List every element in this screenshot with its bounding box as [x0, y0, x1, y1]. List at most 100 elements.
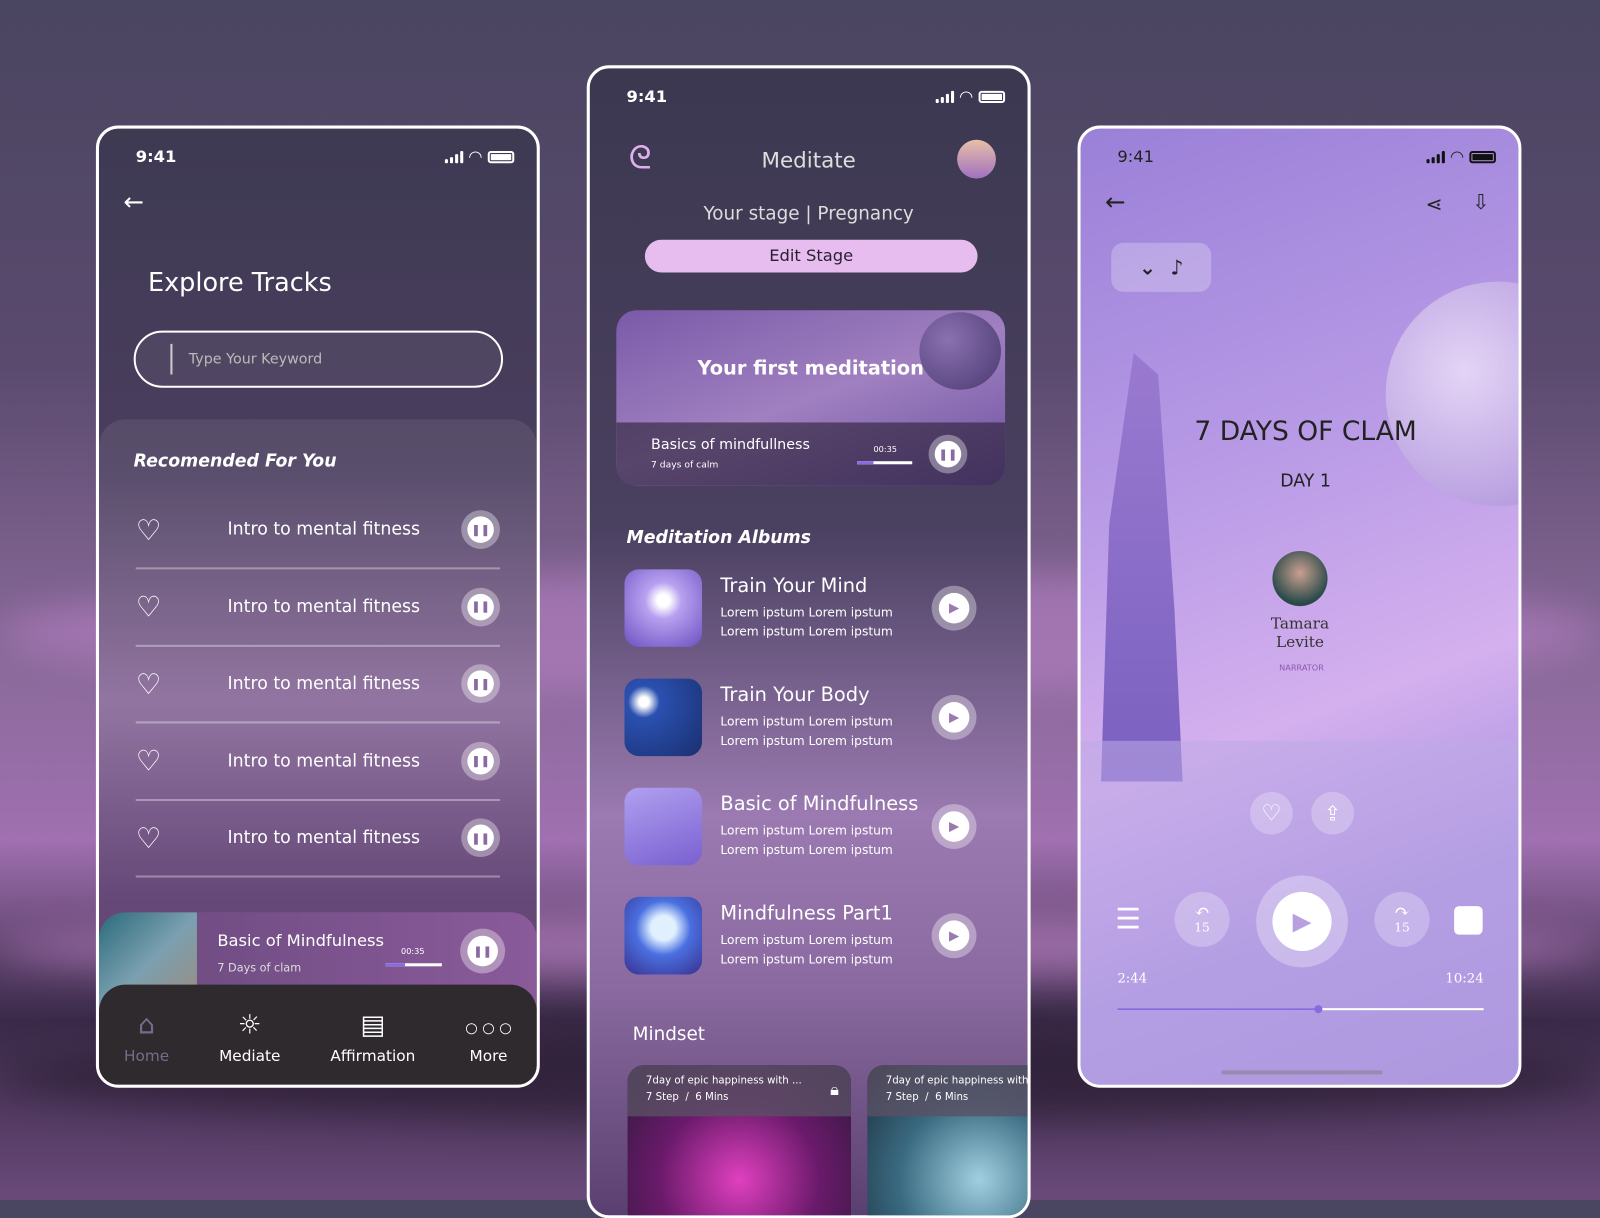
album-item[interactable]: Train Your Body Lorem ipstum Lorem ipstum…: [624, 678, 977, 758]
search-input[interactable]: Type Your Keyword: [133, 330, 504, 388]
mindset-card[interactable]: 7day of epic happiness with ... 7 Step / …: [627, 1065, 852, 1216]
track-row[interactable]: ♡ Intro to mental fitness ❚❚: [135, 646, 500, 724]
time: 9:41: [135, 146, 177, 167]
heart-icon[interactable]: ♡: [136, 590, 197, 624]
album-item[interactable]: Basic of Mindfulness Lorem ipstum Lorem i…: [624, 787, 977, 867]
card-meta: 7 Step / 6 Mins: [645, 1091, 729, 1104]
stop-button[interactable]: [1454, 906, 1483, 935]
track-row[interactable]: ♡ Intro to mental fitness ❚❚: [135, 569, 500, 647]
wifi-icon: ◠: [1450, 146, 1464, 167]
lock-icon: 🔒︎: [830, 1079, 839, 1099]
nav-mediate[interactable]: ☼ Mediate: [219, 1010, 280, 1065]
download-button[interactable]: ⇩: [1472, 190, 1489, 214]
track-row[interactable]: ♡ Intro to mental fitness ❚❚: [135, 492, 500, 570]
mini-player-subtitle: 7 Days of clam: [217, 961, 302, 975]
nav-label: Affirmation: [330, 1046, 416, 1066]
pause-button[interactable]: ❚❚: [461, 587, 500, 627]
edit-stage-button[interactable]: Edit Stage: [644, 239, 978, 273]
heart-icon[interactable]: ♡: [136, 667, 197, 701]
section-heading: Recomended For You: [133, 451, 337, 472]
share-button[interactable]: ⋖: [1425, 192, 1442, 216]
track-title: 7 DAYS OF CLAM: [1194, 416, 1417, 447]
pause-button[interactable]: ❚❚: [461, 818, 500, 858]
play-button[interactable]: ▶: [931, 585, 977, 631]
seek-bar[interactable]: [1117, 1005, 1484, 1014]
track-row[interactable]: ♡ Intro to mental fitness ❚❚: [135, 800, 500, 878]
card-header: [627, 1065, 852, 1117]
back-button[interactable]: ←: [123, 188, 144, 217]
time: 9:41: [1117, 146, 1155, 167]
skip-back-button[interactable]: ↶ 15: [1174, 891, 1230, 947]
mini-player-progress[interactable]: [385, 963, 442, 967]
album-thumbnail: [624, 678, 703, 757]
pause-icon: ❚❚: [467, 516, 494, 543]
sun-icon: ☼: [237, 1010, 262, 1041]
album-desc: Lorem ipstum Lorem ipstum: [720, 842, 893, 858]
search-placeholder: Type Your Keyword: [188, 351, 323, 368]
explore-tracks-screen: 9:41 ◠ ← Explore Tracks Type Your Keywor…: [95, 125, 540, 1088]
nav-home[interactable]: ⌂ Home: [124, 1010, 169, 1065]
signal-icon: [1426, 150, 1445, 163]
album-thumbnail: [624, 896, 703, 975]
narrator-role: NARRATOR: [1279, 663, 1324, 673]
pause-button[interactable]: ❚❚: [461, 510, 500, 549]
play-button-ring[interactable]: ▶: [1256, 875, 1348, 968]
play-icon: ▶: [938, 920, 970, 952]
album-item[interactable]: Train Your Mind Lorem ipstum Lorem ipstum…: [624, 568, 977, 648]
card-title: 7day of epic happiness with: [885, 1075, 1029, 1087]
forward-icon: ↷: [1394, 901, 1410, 923]
play-icon: ▶: [1272, 891, 1332, 952]
page-title: Explore Tracks: [147, 267, 332, 297]
featured-meditation-card[interactable]: Your first meditation Basics of mindfull…: [616, 310, 1006, 486]
album-desc: Lorem ipstum Lorem ipstum: [720, 624, 893, 639]
nav-more[interactable]: ○ ○ ○ More: [465, 1010, 511, 1065]
featured-track: Basics of mindfullness: [651, 436, 810, 454]
card-title: 7day of epic happiness with ...: [645, 1075, 802, 1087]
heart-icon[interactable]: ♡: [136, 744, 197, 778]
track-row[interactable]: ♡ Intro to mental fitness ❚❚: [135, 723, 500, 801]
mindset-card[interactable]: 7day of epic happiness with 7 Step / 6 Mi…: [867, 1065, 1029, 1216]
album-title: Train Your Body: [720, 683, 870, 707]
play-button[interactable]: ▶: [931, 913, 977, 959]
album-title: Train Your Mind: [720, 574, 868, 597]
play-button[interactable]: ▶: [931, 804, 977, 849]
play-icon: ▶: [938, 811, 970, 842]
album-item[interactable]: Mindfulness Part1 Lorem ipstum Lorem ipst…: [624, 896, 977, 976]
avatar[interactable]: [957, 139, 996, 179]
mini-player-title: Basic of Mindfulness: [217, 930, 385, 950]
nav-affirmation[interactable]: ▤ Affirmation: [330, 1010, 415, 1065]
back-button[interactable]: ←: [1105, 188, 1126, 217]
pause-button[interactable]: ❚❚: [928, 434, 968, 474]
signal-icon: [444, 150, 463, 163]
bottom-nav: ⌂ Home ☼ Mediate ▤ Affirmation ○ ○ ○ More: [98, 984, 537, 1085]
rewind-icon: ↶: [1194, 901, 1210, 923]
day-label: DAY 1: [1280, 471, 1331, 492]
share-upload-button[interactable]: ⇪: [1311, 791, 1355, 835]
card-header: [867, 1065, 1028, 1117]
player-screen: 9:41 ◠ ← ⋖ ⇩ ⌄ ♪ 7 DAYS OF CLAM DAY 1 Tam…: [1077, 125, 1522, 1088]
pause-button[interactable]: ❚❚: [461, 741, 500, 781]
favorite-button[interactable]: ♡: [1249, 791, 1293, 835]
album-thumbnail: [624, 787, 703, 866]
play-button[interactable]: ▶: [931, 694, 977, 740]
pause-button[interactable]: ❚❚: [461, 664, 500, 704]
card-meta: 7 Step / 6 Mins: [885, 1091, 969, 1104]
play-icon: ▶: [938, 592, 970, 624]
album-desc: Lorem ipstum Lorem ipstum: [720, 714, 893, 729]
heart-icon[interactable]: ♡: [136, 513, 197, 547]
collapse-music-toggle[interactable]: ⌄ ♪: [1111, 242, 1212, 292]
pause-icon: ❚❚: [934, 440, 962, 468]
status-bar: 9:41 ◠: [1117, 147, 1496, 166]
track-title: Intro to mental fitness: [227, 519, 421, 540]
featured-subtitle: 7 days of calm: [651, 460, 719, 471]
featured-progress[interactable]: [857, 461, 913, 465]
track-title: Intro to mental fitness: [227, 596, 421, 617]
pause-button[interactable]: ❚❚: [460, 928, 506, 974]
heart-icon[interactable]: ♡: [136, 821, 197, 855]
album-desc: Lorem ipstum Lorem ipstum: [720, 733, 893, 748]
equalizer-button[interactable]: ☰: [1115, 902, 1141, 936]
total-duration: 10:24: [1445, 971, 1484, 987]
skip-forward-button[interactable]: ↷ 15: [1374, 891, 1430, 947]
featured-player-bar: Basics of mindfullness 7 days of calm 00…: [616, 422, 1006, 486]
album-title: Basic of Mindfulness: [720, 792, 919, 816]
